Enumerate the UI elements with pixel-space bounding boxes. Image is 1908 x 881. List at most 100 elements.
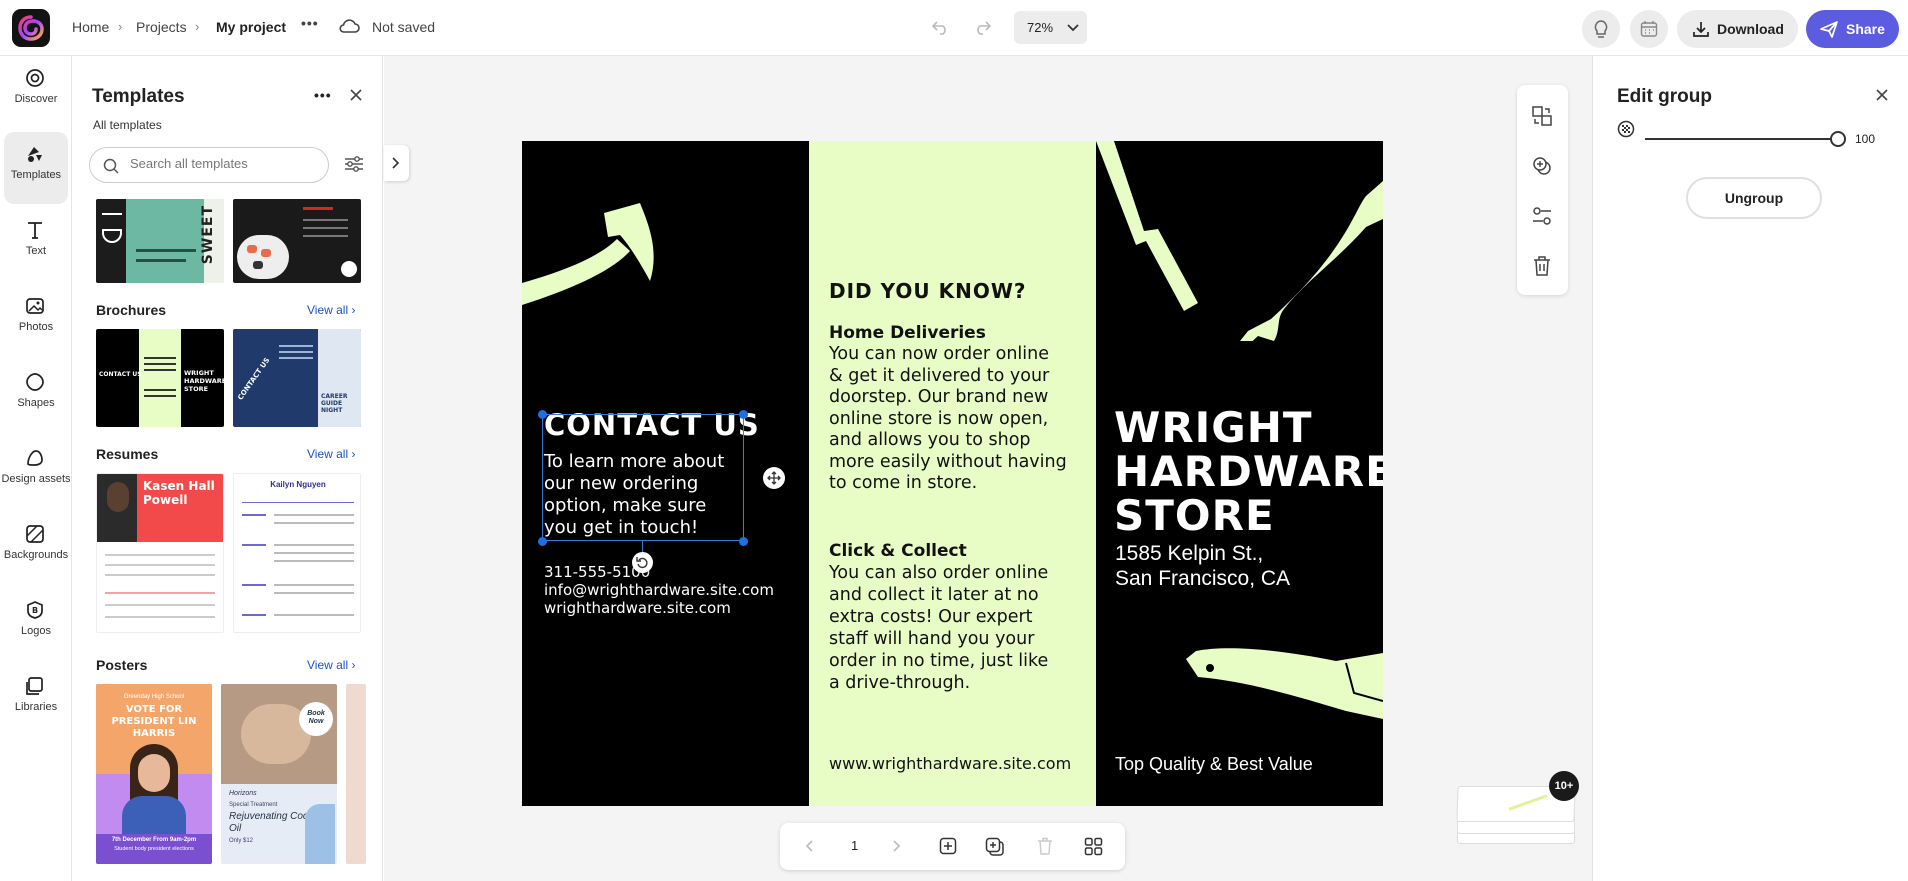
body-line: to come in store. [829, 473, 978, 493]
search-icon [103, 158, 119, 174]
view-all-brochures[interactable]: View all › [307, 303, 355, 317]
move-handle[interactable] [763, 467, 785, 489]
opacity-input[interactable] [1855, 127, 1895, 151]
resize-handle[interactable] [739, 537, 748, 546]
contact-details[interactable]: 311-555-5100 info@wrighthardware.site.co… [544, 563, 774, 617]
duplicate-page-icon[interactable] [985, 837, 1005, 857]
address-line: San Francisco, CA [1115, 567, 1291, 590]
opacity-slider-thumb[interactable] [1830, 131, 1846, 147]
trash-icon[interactable] [1531, 255, 1553, 277]
redo-icon[interactable] [972, 18, 992, 36]
chevron-left-icon[interactable] [806, 840, 814, 852]
rail-item-templates[interactable]: Templates [4, 132, 68, 204]
undo-icon[interactable] [931, 18, 951, 36]
template-thumb-menu[interactable]: SWEET [96, 199, 224, 283]
thumb-text: Special Treatment [229, 802, 278, 808]
ideas-button[interactable] [1582, 10, 1620, 48]
rail-label: Templates [10, 169, 62, 181]
thumb-text: Book Now [307, 710, 325, 725]
rail-item-text[interactable]: Text [0, 208, 72, 280]
breadcrumb-projects[interactable]: Projects [136, 19, 187, 35]
template-thumb-poster-partial[interactable] [346, 684, 366, 864]
view-all-posters[interactable]: View all › [307, 658, 355, 672]
more-options-icon[interactable]: ••• [301, 15, 319, 31]
chevron-down-icon [1067, 24, 1079, 32]
panel-collapse-tab[interactable] [384, 145, 409, 181]
thumb-text: 7th December From 9am-2pm [111, 837, 197, 843]
close-icon[interactable] [349, 88, 363, 102]
rail-item-photos[interactable]: Photos [0, 284, 72, 356]
view-all-resumes[interactable]: View all › [307, 447, 355, 461]
opacity-slider[interactable] [1645, 131, 1846, 147]
saw-icon [1186, 648, 1383, 719]
add-page-icon[interactable] [939, 837, 957, 855]
body-line: & get it delivered to your [829, 365, 1050, 386]
thumb-text: CAREER GUIDE NIGHT [321, 393, 348, 414]
zoom-select[interactable]: 72% [1014, 11, 1087, 44]
ungroup-button[interactable]: Ungroup [1686, 177, 1822, 219]
template-thumb-poster-vote[interactable]: Greenday High School VOTE FOR PRESIDENT … [96, 684, 212, 864]
body-line: and collect it later at no [829, 585, 1039, 605]
website-middle[interactable]: www.wrighthardware.site.com [829, 754, 1071, 773]
store-name-line: WRIGHT [1114, 403, 1313, 452]
template-thumb-career-brochure[interactable]: CONTACT US CAREER GUIDE NIGHT [233, 329, 361, 427]
home-deliveries-title[interactable]: Home Deliveries [829, 323, 986, 343]
delete-page-icon[interactable] [1036, 837, 1054, 856]
resize-handle[interactable] [739, 410, 748, 419]
home-deliveries-body[interactable]: You can now order online & get it delive… [829, 344, 1091, 495]
share-button[interactable]: Share [1806, 10, 1899, 48]
panel-subtitle[interactable]: All templates [93, 118, 162, 132]
send-icon [1820, 21, 1838, 38]
arrange-icon[interactable] [1531, 205, 1553, 227]
app-logo[interactable] [12, 9, 50, 47]
contact-phone: 311-555-5100 [544, 563, 651, 581]
rotate-icon [636, 557, 648, 569]
breadcrumb-home[interactable]: Home [72, 19, 109, 35]
chevron-right-icon[interactable] [893, 840, 901, 852]
duplicate-icon[interactable] [1531, 155, 1553, 177]
template-search[interactable] [89, 147, 329, 183]
store-tagline[interactable]: Top Quality & Best Value [1115, 754, 1313, 775]
did-you-know-title[interactable]: DID YOU KNOW? [829, 279, 1026, 303]
selection-box[interactable] [542, 414, 744, 541]
replace-icon[interactable] [1531, 105, 1553, 127]
brochure-panel-info: DID YOU KNOW? Home Deliveries You can no… [809, 141, 1096, 806]
rail-item-libraries[interactable]: Libraries [0, 664, 72, 736]
templates-icon [28, 147, 42, 162]
section-title-posters: Posters [96, 657, 148, 673]
filter-icon[interactable] [344, 155, 364, 173]
rail-label: Discover [14, 93, 58, 105]
store-name[interactable]: WRIGHT HARDWARE STORE [1114, 406, 1383, 538]
rail-item-logos[interactable]: B Logos [0, 588, 72, 660]
brochure-page[interactable]: CONTACT US To learn more about our new o… [522, 141, 1383, 806]
rotate-handle[interactable] [632, 552, 653, 573]
rail-item-shapes[interactable]: Shapes [0, 360, 72, 432]
click-collect-body[interactable]: You can also order online and collect it… [829, 562, 1091, 694]
breadcrumb-project-name[interactable]: My project [216, 19, 286, 35]
close-icon[interactable] [1875, 88, 1889, 102]
template-thumb-resume-kasen[interactable]: Kasen Hall Powell [96, 473, 224, 633]
rail-item-backgrounds[interactable]: Backgrounds [0, 512, 72, 584]
download-icon [1693, 22, 1709, 37]
search-input[interactable] [130, 156, 320, 171]
grid-view-icon[interactable] [1084, 837, 1103, 856]
thumb-text: Only $12 [229, 838, 254, 844]
libraries-icon [26, 677, 43, 695]
save-status: Not saved [372, 19, 436, 35]
download-button[interactable]: Download [1677, 10, 1798, 48]
template-thumb-sushi[interactable] [233, 199, 361, 283]
click-collect-title[interactable]: Click & Collect [829, 541, 967, 561]
schedule-button[interactable] [1630, 10, 1668, 48]
resize-handle[interactable] [538, 410, 547, 419]
rail-item-design-assets[interactable]: Design assets [0, 436, 72, 508]
template-thumb-resume-kailyn[interactable]: Kailyn Nguyen [233, 473, 361, 633]
store-address[interactable]: 1585 Kelpin St., San Francisco, CA [1115, 541, 1290, 591]
breadcrumb-separator: › [195, 19, 200, 34]
rail-item-discover[interactable]: Discover [0, 56, 72, 128]
panel-more-icon[interactable]: ••• [314, 87, 332, 103]
lightbulb-icon [1594, 20, 1608, 38]
resize-handle[interactable] [538, 537, 547, 546]
template-thumb-wright-brochure[interactable]: CONTACT US WRIGHT HARDWARE STORE [96, 329, 224, 427]
template-thumb-poster-coconut[interactable]: Book Now Horizons Special Treatment Reju… [221, 684, 337, 864]
calendar-icon [1640, 21, 1658, 37]
